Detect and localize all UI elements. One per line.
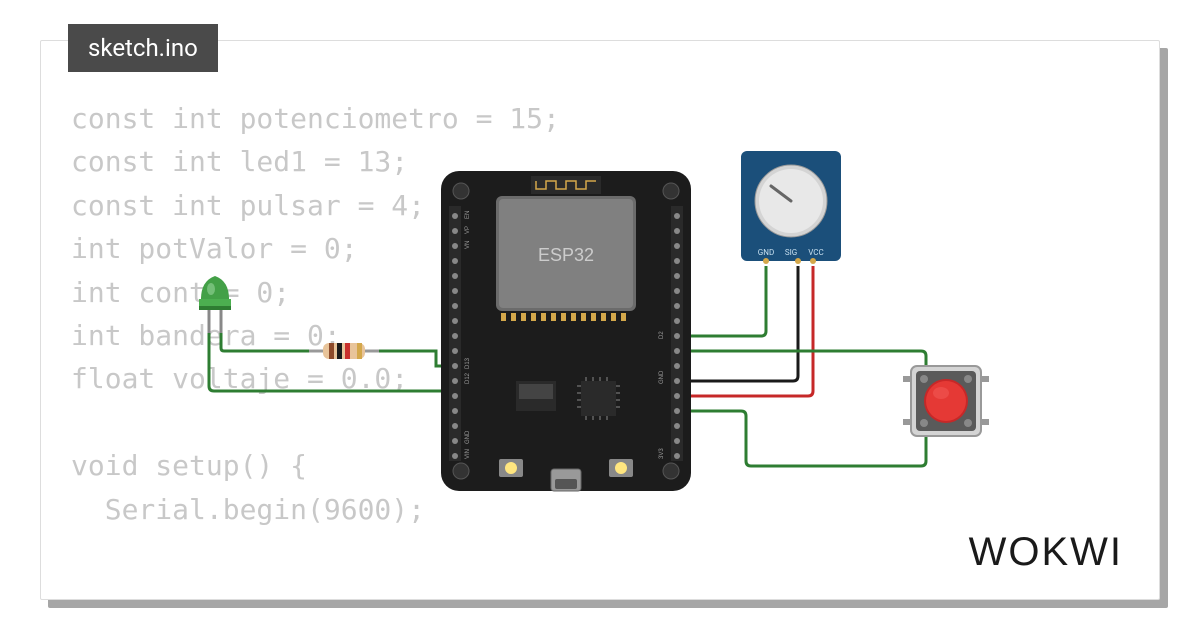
svg-text:3V3: 3V3 xyxy=(659,448,665,459)
wokwi-logo: WOKWI xyxy=(969,530,1123,575)
svg-text:GND: GND xyxy=(659,370,665,384)
project-card: const int potenciometro = 15; const int … xyxy=(40,40,1160,600)
wire-button-top xyxy=(679,351,926,369)
svg-text:GND: GND xyxy=(758,248,774,257)
pins-right xyxy=(671,206,683,461)
wire-pot-gnd xyxy=(679,266,798,381)
wire-pot-vcc xyxy=(679,266,766,336)
filename-tab[interactable]: sketch.ino xyxy=(68,24,218,72)
svg-text:D2: D2 xyxy=(659,331,665,339)
wire-pot-sig xyxy=(679,266,813,396)
svg-text:VCC: VCC xyxy=(808,248,823,257)
code-preview: const int potenciometro = 15; const int … xyxy=(71,97,560,531)
potentiometer-icon: GND SIG VCC xyxy=(741,151,841,264)
wire-button-bottom xyxy=(679,411,926,466)
svg-text:SIG: SIG xyxy=(785,248,797,257)
push-button-icon xyxy=(903,366,989,436)
